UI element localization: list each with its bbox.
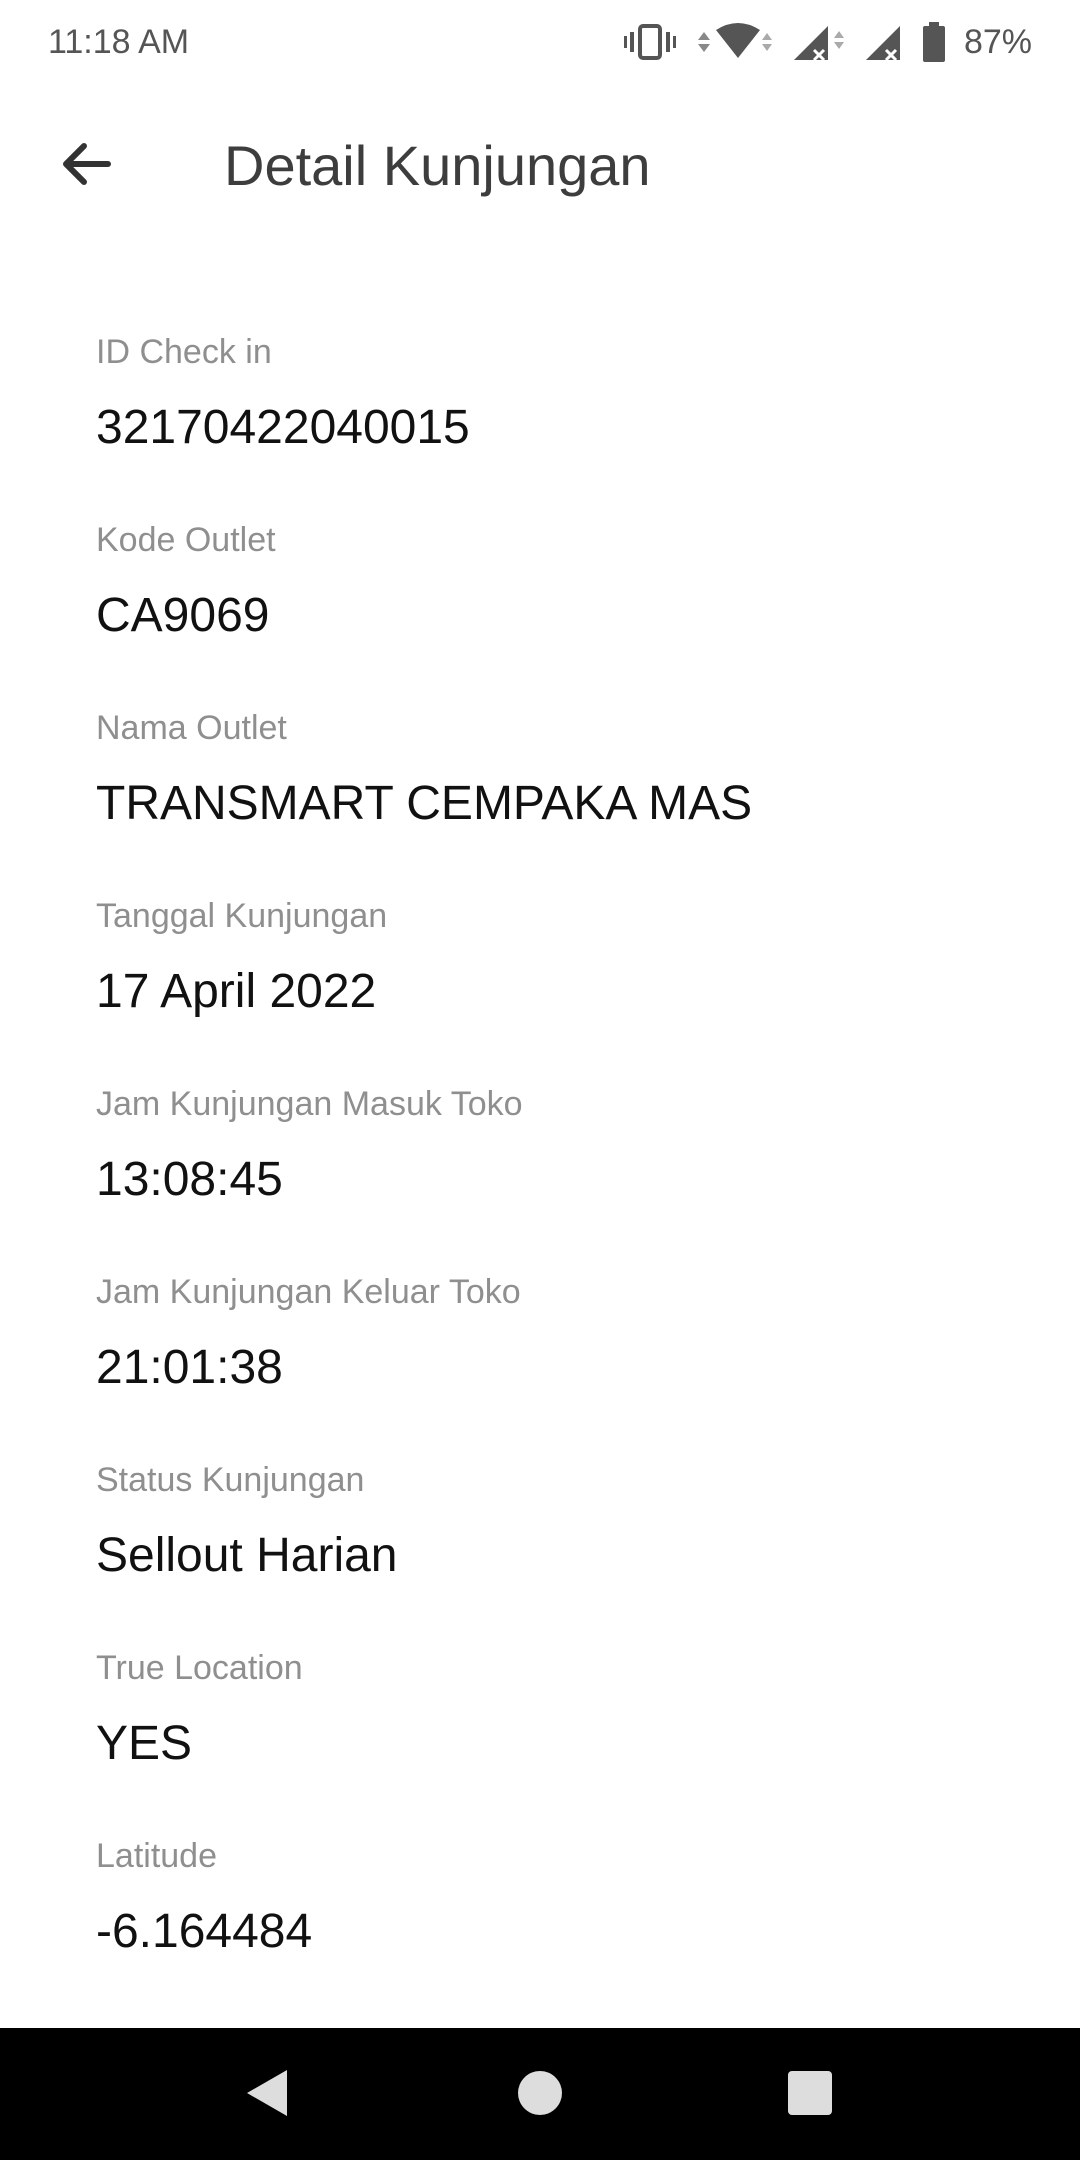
nav-home-icon [517, 2070, 563, 2121]
field-nama-outlet: Nama Outlet TRANSMART CEMPAKA MAS [96, 706, 1040, 894]
field-label: Kode Outlet [96, 521, 276, 559]
field-kode-outlet: Kode Outlet CA9069 [96, 518, 1040, 706]
nav-recents-button[interactable] [775, 2060, 845, 2130]
system-nav-bar [0, 2028, 1080, 2160]
nav-home-button[interactable] [505, 2060, 575, 2130]
visit-detail-list: ID Check in 32170422040015 Kode Outlet C… [96, 330, 1040, 2022]
field-tanggal-kunjungan: Tanggal Kunjungan 17 April 2022 [96, 894, 1040, 1082]
field-label: Jam Kunjungan Keluar Toko [96, 1273, 521, 1311]
field-label: Status Kunjungan [96, 1461, 365, 1499]
field-label: Tanggal Kunjungan [96, 897, 388, 935]
status-icons: 87% [623, 22, 1032, 62]
field-value: 13:08:45 [96, 1153, 283, 1206]
signal-icon [790, 22, 846, 62]
nav-recents-icon [787, 2070, 833, 2121]
field-jam-keluar: Jam Kunjungan Keluar Toko 21:01:38 [96, 1270, 1040, 1458]
field-value: 32170422040015 [96, 401, 470, 454]
wifi-icon [694, 22, 772, 62]
field-value: 21:01:38 [96, 1341, 283, 1394]
back-button[interactable] [50, 130, 122, 202]
field-value: Sellout Harian [96, 1529, 398, 1582]
field-label: ID Check in [96, 333, 272, 371]
field-value: TRANSMART CEMPAKA MAS [96, 777, 753, 830]
field-value: YES [96, 1717, 193, 1770]
field-value: CA9069 [96, 589, 270, 642]
field-status-kunjungan: Status Kunjungan Sellout Harian [96, 1458, 1040, 1646]
field-latitude: Latitude -6.164484 [96, 1834, 1040, 2022]
app-bar: Detail Kunjungan [0, 84, 1080, 248]
field-true-location: True Location YES [96, 1646, 1040, 1834]
field-jam-masuk: Jam Kunjungan Masuk Toko 13:08:45 [96, 1082, 1040, 1270]
field-id-check-in: ID Check in 32170422040015 [96, 330, 1040, 518]
field-label: True Location [96, 1649, 303, 1687]
battery-percent: 87% [963, 22, 1032, 61]
nav-back-button[interactable] [232, 2060, 302, 2130]
nav-back-icon [243, 2066, 291, 2125]
field-label: Latitude [96, 1837, 217, 1875]
signal-icon [864, 22, 904, 62]
page-title: Detail Kunjungan [224, 134, 651, 197]
field-label: Nama Outlet [96, 709, 287, 747]
battery-icon [922, 22, 946, 62]
arrow-back-icon [58, 136, 114, 197]
status-bar: 11:18 AM 87% [0, 0, 1080, 84]
vibrate-icon [623, 24, 676, 60]
field-value: 17 April 2022 [96, 965, 377, 1018]
status-time: 11:18 AM [48, 22, 190, 61]
field-label: Jam Kunjungan Masuk Toko [96, 1085, 523, 1123]
field-value: -6.164484 [96, 1905, 313, 1958]
